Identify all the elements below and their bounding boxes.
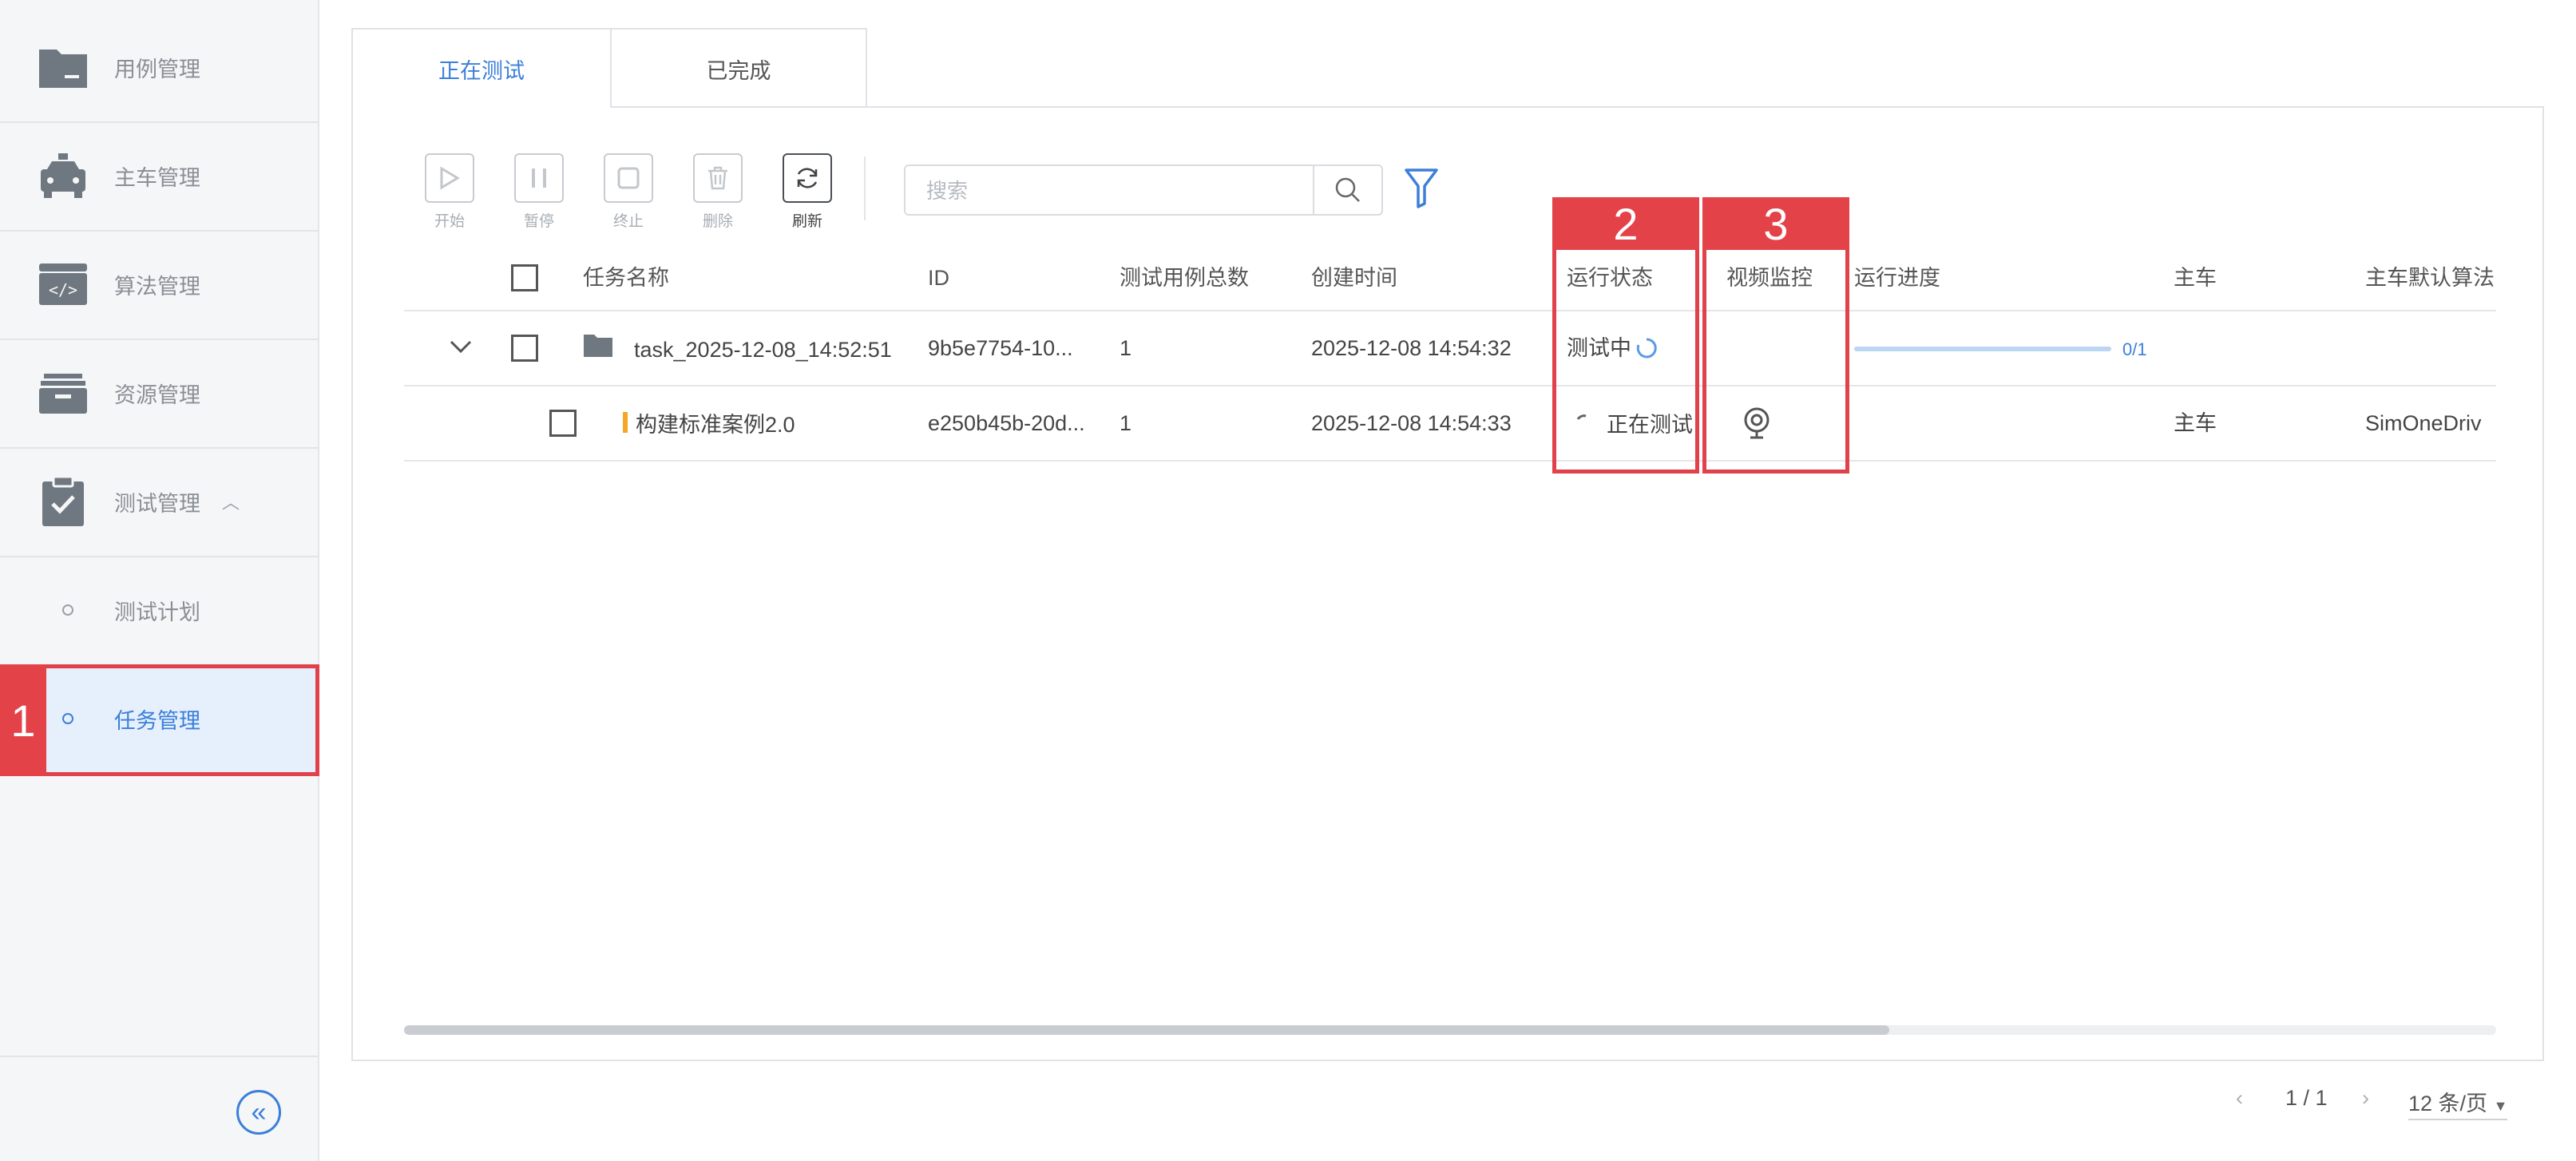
- divider: [0, 1056, 318, 1057]
- task-created-time: 2025-12-08 14:54:32: [1311, 336, 1512, 360]
- refresh-button[interactable]: [783, 153, 832, 203]
- stop-icon: [617, 167, 640, 189]
- column-header-name: 任务名称: [583, 266, 669, 290]
- column-header-vehicle: 主车: [2174, 266, 2217, 290]
- case-name[interactable]: 构建标准案例2.0: [636, 410, 795, 439]
- case-vehicle: 主车: [2174, 411, 2217, 435]
- select-all-checkbox[interactable]: [511, 264, 538, 291]
- pause-label: 暂停: [523, 213, 554, 230]
- refresh-label: 刷新: [791, 213, 822, 230]
- folder-icon: [583, 332, 613, 365]
- sidebar-item-test-plan[interactable]: 测试计划: [0, 556, 318, 666]
- page-indicator: 1 / 1: [2285, 1086, 2328, 1110]
- case-created-time: 2025-12-08 14:54:33: [1311, 411, 1512, 435]
- code-icon: </>: [37, 258, 89, 311]
- double-chevron-left-icon[interactable]: «: [236, 1090, 281, 1135]
- start-button[interactable]: [425, 153, 474, 203]
- sidebar: 用例管理 主车管理 </> 算法管理 资源管理 测试管理 ︿ 测试计划 任务管理…: [0, 0, 319, 1161]
- chevron-down-icon[interactable]: [449, 333, 473, 362]
- page-size-value: 12 条/页: [2408, 1092, 2488, 1115]
- stop-button[interactable]: [604, 153, 653, 203]
- tab-completed[interactable]: 已完成: [610, 28, 867, 108]
- search-input[interactable]: [906, 166, 1343, 216]
- task-case-count: 1: [1120, 336, 1132, 360]
- status-marker: [623, 412, 628, 433]
- search-icon: [1335, 177, 1360, 202]
- next-page-icon[interactable]: ›: [2362, 1086, 2369, 1111]
- case-algorithm: SimOneDriv: [2365, 411, 2482, 435]
- page-size-select[interactable]: 12 条/页 ▼: [2408, 1086, 2508, 1120]
- filter-icon: [1405, 168, 1438, 208]
- sidebar-item-label: 测试计划: [114, 600, 200, 624]
- task-name[interactable]: task_2025-12-08_14:52:51: [634, 335, 892, 364]
- row-checkbox[interactable]: [511, 335, 538, 362]
- annotation-label-2: 2: [1552, 197, 1699, 250]
- horizontal-scrollbar-thumb[interactable]: [404, 1025, 1889, 1035]
- refresh-icon: [797, 168, 818, 188]
- bullet-icon: [62, 604, 73, 616]
- column-header-case-count: 测试用例总数: [1120, 266, 1249, 290]
- row-checkbox[interactable]: [549, 410, 577, 437]
- row-divider: [404, 310, 2496, 311]
- annotation-label-3: 3: [1702, 197, 1849, 250]
- filter-button[interactable]: [1399, 164, 1444, 212]
- search-button[interactable]: [1313, 166, 1381, 214]
- tab-testing[interactable]: 正在测试: [351, 28, 612, 108]
- archive-icon: [37, 367, 89, 419]
- sidebar-item-resources[interactable]: 资源管理: [0, 339, 318, 449]
- pause-icon: [532, 168, 546, 188]
- delete-label: 删除: [702, 213, 733, 230]
- sidebar-item-label: 测试管理: [114, 491, 200, 516]
- delete-button[interactable]: [693, 153, 743, 203]
- clipboard-check-icon: [37, 475, 89, 528]
- stop-label: 终止: [612, 213, 644, 230]
- sidebar-item-label: 算法管理: [114, 274, 200, 299]
- svg-text:</>: </>: [49, 280, 77, 299]
- highlight-box-1: [0, 664, 319, 776]
- prev-page-icon[interactable]: ‹: [2236, 1086, 2243, 1111]
- column-header-id: ID: [928, 266, 949, 290]
- column-header-created: 创建时间: [1311, 266, 1397, 290]
- sidebar-item-label: 用例管理: [114, 57, 200, 81]
- task-panel: [351, 106, 2544, 1061]
- column-header-algorithm: 主车默认算法: [2365, 266, 2495, 290]
- car-icon: [37, 149, 89, 202]
- sidebar-item-cases[interactable]: 用例管理: [0, 13, 318, 123]
- progress-text: 0/1: [2122, 339, 2147, 359]
- sidebar-item-label: 主车管理: [114, 165, 200, 190]
- row-divider: [404, 460, 2496, 462]
- pause-button[interactable]: [514, 153, 564, 203]
- column-header-progress: 运行进度: [1854, 266, 1940, 290]
- progress-bar: [1854, 347, 2111, 351]
- annotation-label-1: 1: [0, 664, 46, 776]
- toolbar-divider: [864, 157, 866, 220]
- start-label: 开始: [434, 213, 465, 230]
- case-count: 1: [1120, 411, 1132, 435]
- row-divider: [404, 385, 2496, 386]
- trash-icon: [708, 166, 727, 190]
- chevron-up-icon[interactable]: ︿: [222, 489, 240, 514]
- case-id: e250b45b-20d...: [928, 411, 1085, 435]
- sidebar-item-label: 资源管理: [114, 382, 200, 407]
- task-id: 9b5e7754-10...: [928, 336, 1073, 360]
- caret-down-icon: ▼: [2493, 1098, 2508, 1114]
- play-icon: [440, 166, 460, 190]
- folder-icon: [37, 41, 89, 93]
- tab-underlay: [353, 105, 610, 109]
- sidebar-item-testing[interactable]: 测试管理 ︿: [0, 447, 318, 557]
- search-box: [904, 164, 1383, 216]
- sidebar-item-vehicles[interactable]: 主车管理: [0, 121, 318, 232]
- sidebar-item-algorithms[interactable]: </> 算法管理: [0, 230, 318, 340]
